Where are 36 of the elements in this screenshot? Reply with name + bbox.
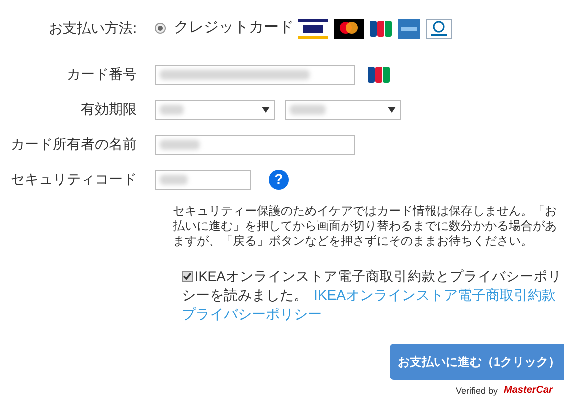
input-field[interactable]: [155, 134, 355, 154]
radio-button[interactable]: [155, 23, 166, 34]
year-dropdown[interactable]: [285, 100, 401, 120]
month-dropdown[interactable]: [155, 100, 275, 120]
caret-icon: [388, 106, 396, 112]
blurred-value: [160, 174, 188, 184]
card-logo-icon: [298, 18, 328, 38]
input-field[interactable]: [155, 64, 355, 84]
brand-text: MasterCar: [504, 385, 553, 397]
card-logo-icon: [398, 18, 420, 38]
field-label: カード番号: [66, 65, 138, 84]
input-field[interactable]: [155, 170, 251, 190]
checkbox[interactable]: [182, 271, 193, 282]
terms-link[interactable]: IKEAオンラインストア電子商取引約款: [314, 287, 556, 303]
submit-button[interactable]: お支払いに進む（1クリック）: [390, 344, 564, 380]
blurred-value: [160, 140, 200, 150]
overlapping-circles-icon: [334, 18, 364, 38]
help-button[interactable]: ?: [269, 170, 289, 190]
field-label: 有効期限: [80, 100, 138, 119]
notice-line: ますが、「戻る」ボタンなどを押さずにそのままお待ちください。: [173, 234, 534, 249]
card-logo-icon: [368, 66, 390, 84]
verified-text: Verified by: [456, 385, 498, 397]
field-label: カード所有者の名前: [10, 135, 138, 154]
field-label: セキュリティコード: [10, 170, 138, 189]
notice-line: セキュリティー保護のためイケアではカード情報は保存しません。「お: [173, 204, 558, 219]
caret-icon: [262, 106, 270, 112]
notice-line: 払いに進む」を押してから画面が切り替わるまでに数分かかる場合があ: [173, 219, 558, 234]
privacy-link[interactable]: プライバシーポリシー: [182, 306, 322, 322]
card-logo-icon: [426, 18, 452, 38]
card-logo-icon: [370, 20, 392, 38]
field-label: お支払い方法:: [48, 19, 138, 38]
blurred-value: [160, 104, 184, 114]
agreement-text: シーを読みました。: [182, 287, 308, 303]
agreement-text: IKEAオンラインストア電子商取引約款とプライバシーポリ: [195, 268, 562, 286]
radio-label: クレジットカード: [174, 18, 294, 38]
blurred-value: [290, 104, 326, 114]
